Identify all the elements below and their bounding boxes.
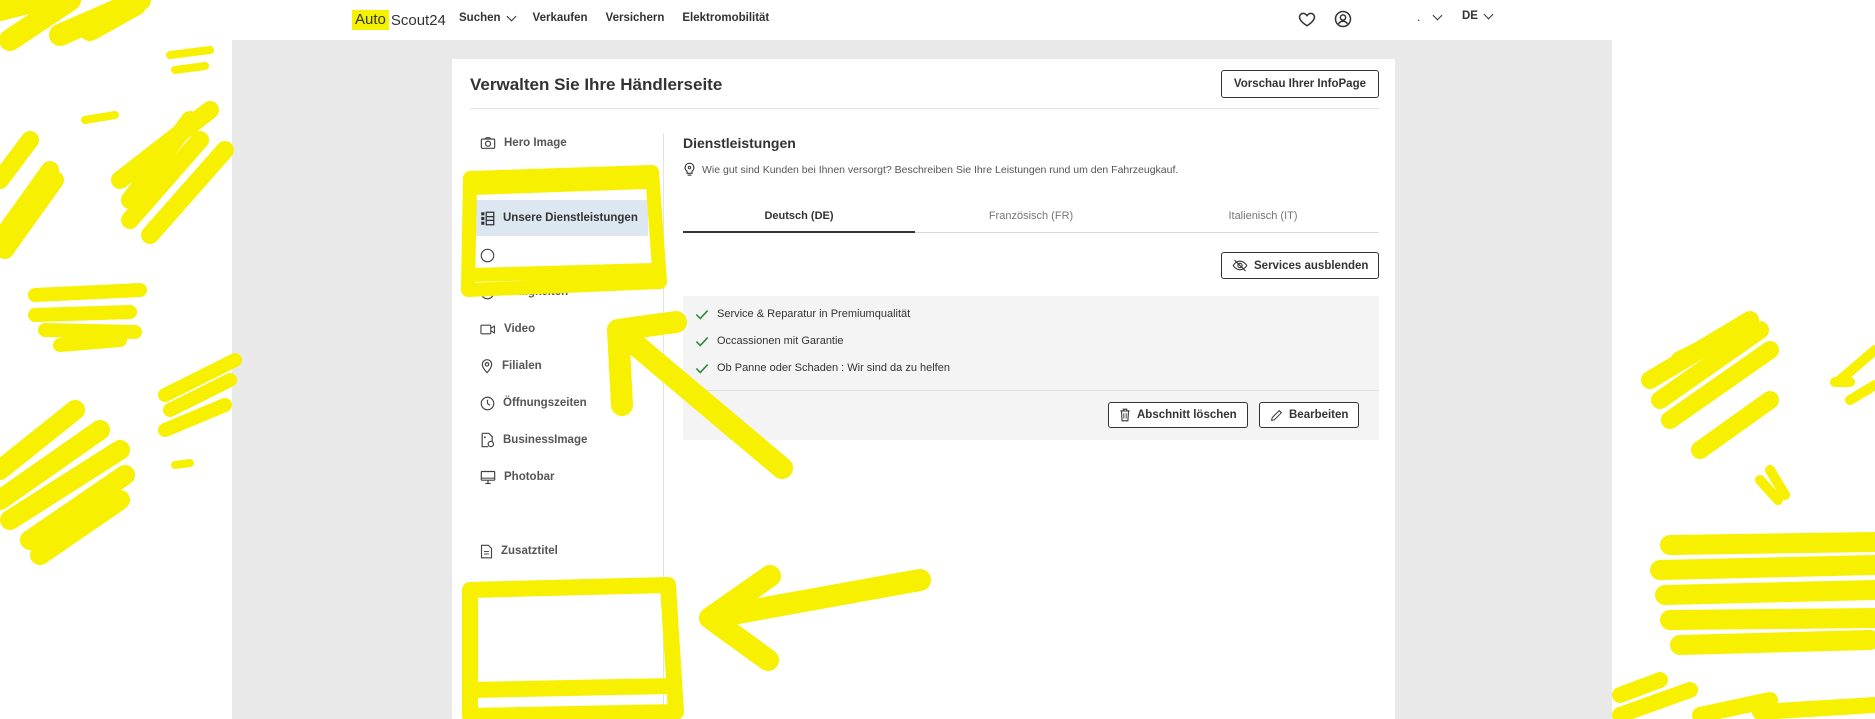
scribble-left-4: [158, 353, 242, 437]
language-label: DE: [1462, 10, 1478, 22]
sidebar-item-label: Öffnungszeiten: [503, 397, 587, 409]
nav-versichern[interactable]: Versichern: [606, 12, 665, 24]
sidebar-item-label: Hero Image: [504, 137, 567, 149]
service-text: Occassionen mit Garantie: [717, 335, 844, 347]
sidebar-item-hero-image[interactable]: Hero Image: [470, 125, 648, 161]
main-nav: Suchen Verkaufen Versichern Elektromobil…: [459, 11, 769, 24]
checkmark-icon: [695, 363, 709, 374]
autoscout24-logo[interactable]: Auto Scout24: [352, 10, 446, 30]
sidebar-item-informationen[interactable]: Informationen: [470, 162, 648, 198]
eye-off-icon: [1232, 259, 1248, 272]
language-selector[interactable]: DE: [1462, 9, 1494, 22]
edit-button[interactable]: Bearbeiten: [1259, 402, 1360, 428]
sidebar-item-photobar[interactable]: Photobar: [470, 459, 648, 495]
trash-icon: [1120, 408, 1130, 422]
service-text: Ob Panne oder Schaden : Wir sind da zu h…: [717, 362, 950, 374]
page-root: Auto Scout24 Suchen Verkaufen Versichern…: [0, 0, 1875, 719]
account-menu[interactable]: .: [1417, 10, 1443, 24]
nav-suchen-label: Suchen: [459, 12, 501, 24]
scribble-left-2: [0, 101, 234, 259]
location-pin-icon: [481, 359, 493, 374]
sidebar-item-label: Bemerkungen: [503, 582, 580, 594]
monitor-icon: [480, 470, 496, 484]
sidebar-item-oeffnungszeiten[interactable]: Öffnungszeiten: [470, 385, 648, 421]
sidebar-item-businessimage[interactable]: BusinessImage: [470, 422, 648, 458]
sidebar-item-label: Informationen: [503, 174, 580, 186]
dealer-page-card: Verwalten Sie Ihre Händlerseite Vorschau…: [452, 59, 1395, 719]
tab-italienisch[interactable]: Italienisch (IT): [1147, 206, 1379, 233]
nav-verkaufen[interactable]: Verkaufen: [533, 12, 588, 24]
clock-icon: [480, 396, 495, 410]
sidebar-item-label: Unsere Dienstleistungen: [503, 212, 638, 224]
sidebar-item-filialen[interactable]: Filialen: [470, 348, 648, 384]
delete-section-label: Abschnitt löschen: [1137, 409, 1237, 421]
tab-franzoesisch[interactable]: Französisch (FR): [915, 206, 1147, 233]
edit-label: Bearbeiten: [1289, 409, 1349, 421]
sidebar-item-label: Video: [504, 323, 536, 335]
page-title: Verwalten Sie Ihre Händlerseite: [470, 75, 723, 94]
service-text: Service & Reparatur in Premiumqualität: [717, 308, 911, 320]
sidebar-item-label: BusinessImage: [503, 434, 588, 446]
sidebar-item-hidden[interactable]: [470, 237, 648, 273]
sidebar-item-label: Filialen: [502, 360, 542, 372]
chevron-down-icon: [506, 11, 516, 21]
list-item: Ob Panne oder Schaden : Wir sind da zu h…: [695, 362, 950, 374]
nav-suchen[interactable]: Suchen: [459, 11, 516, 24]
hidden-icon: [480, 248, 495, 262]
logo-auto-text: Auto: [352, 10, 389, 30]
chevron-down-icon: [1432, 10, 1443, 20]
scribble-left-6: [81, 46, 214, 469]
list-item: Occassionen mit Garantie: [695, 335, 844, 347]
document-icon: [480, 544, 493, 558]
sidebar-divider: [663, 133, 664, 719]
section-description: Wie gut sind Kunden bei Ihnen versorgt? …: [683, 162, 1178, 177]
nav-elektromobilitaet[interactable]: Elektromobilität: [682, 12, 769, 24]
scribble-right-4: [1755, 345, 1875, 505]
preview-infopage-button[interactable]: Vorschau Ihrer InfoPage: [1220, 70, 1379, 98]
user-account-icon[interactable]: [1334, 10, 1352, 28]
sidebar-item-label: Photobar: [504, 471, 555, 483]
camera-icon: [480, 137, 496, 149]
video-icon: [480, 324, 496, 334]
section-title: Dienstleistungen: [683, 135, 796, 151]
sidebar-item-neuigkeiten[interactable]: Neuigkeiten: [470, 274, 648, 310]
lightbulb-icon: [684, 162, 695, 176]
checkmark-icon: [695, 336, 709, 347]
services-panel: Service & Reparatur in Premiumqualität O…: [683, 296, 1379, 440]
hide-services-button[interactable]: Services ausblenden: [1221, 252, 1380, 279]
logo-scout-text: Scout24: [390, 11, 446, 29]
sidebar-item-label: Neuigkeiten: [503, 286, 569, 298]
scribble-right-3: [1612, 672, 1875, 719]
info-icon: [480, 173, 495, 187]
image-doc-icon: [481, 432, 495, 448]
scribble-left-5: [0, 400, 135, 565]
section-description-text: Wie gut sind Kunden bei Ihnen versorgt? …: [702, 163, 1179, 176]
scribble-right-2: [1650, 532, 1875, 655]
sidebar-item-unsere-dienstleistungen[interactable]: Unsere Dienstleistungen: [470, 200, 648, 236]
delete-section-button[interactable]: Abschnitt löschen: [1108, 402, 1248, 428]
list-icon: [481, 211, 495, 225]
list-item: Service & Reparatur in Premiumqualität: [695, 308, 910, 320]
services-divider: [683, 390, 1379, 391]
scribble-right: [1641, 311, 1779, 459]
checkmark-icon: [695, 309, 709, 320]
hide-services-label: Services ausblenden: [1254, 259, 1369, 272]
tab-deutsch[interactable]: Deutsch (DE): [683, 206, 915, 233]
sidebar-item-bemerkungen[interactable]: Bemerkungen: [470, 570, 648, 606]
sidebar-item-video[interactable]: Video: [470, 311, 648, 347]
info-circle-icon: [480, 285, 495, 299]
favorites-heart-icon[interactable]: [1298, 10, 1316, 28]
pencil-icon: [1271, 409, 1283, 421]
language-tabs: Deutsch (DE) Französisch (FR) Italienisc…: [683, 206, 1379, 233]
scribble-left-3: [28, 283, 147, 352]
top-navigation: Auto Scout24 Suchen Verkaufen Versichern…: [0, 0, 1875, 40]
account-dot-text: .: [1417, 10, 1421, 24]
sidebar-item-zusatztitel[interactable]: Zusatztitel: [470, 533, 648, 569]
header-divider: [470, 108, 1379, 109]
sidebar-item-label: Zusatztitel: [501, 545, 558, 557]
comment-icon: [481, 581, 495, 595]
chevron-down-icon: [1483, 9, 1494, 19]
